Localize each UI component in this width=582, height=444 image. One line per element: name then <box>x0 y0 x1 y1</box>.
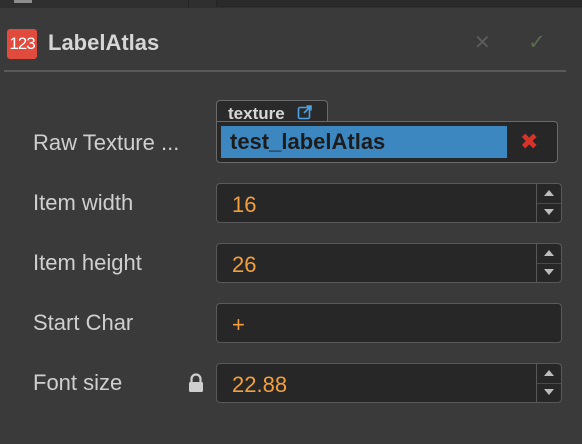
texture-asset-tab[interactable]: texture <box>216 100 328 123</box>
start-char-input[interactable]: + <box>216 303 562 343</box>
item-height-value[interactable]: 26 <box>232 252 256 278</box>
font-size-value[interactable]: 22.88 <box>232 372 287 398</box>
item-height-input[interactable]: 26 <box>216 243 562 283</box>
item-width-input[interactable]: 16 <box>216 183 562 223</box>
toolbar-divider <box>188 0 189 8</box>
item-width-label: Item width <box>33 190 134 215</box>
decrement-arrow-icon[interactable] <box>537 383 561 402</box>
toolbar-field[interactable] <box>216 0 582 7</box>
raw-texture-field[interactable]: test_labelAtlas ✖ <box>216 121 558 163</box>
header-divider <box>4 70 566 72</box>
item-height-label: Item height <box>33 250 142 275</box>
texture-asset-name[interactable]: test_labelAtlas <box>221 126 507 158</box>
item-width-stepper[interactable] <box>536 184 561 222</box>
decrement-arrow-icon[interactable] <box>537 263 561 282</box>
start-char-label: Start Char <box>33 310 134 335</box>
component-title: LabelAtlas <box>48 30 160 55</box>
close-icon[interactable]: ✖ <box>520 129 538 155</box>
menu-icon[interactable] <box>14 0 32 3</box>
font-size-stepper[interactable] <box>536 364 561 402</box>
top-toolbar <box>0 0 582 8</box>
item-width-value[interactable]: 16 <box>232 192 256 218</box>
increment-arrow-icon[interactable] <box>537 244 561 264</box>
increment-arrow-icon[interactable] <box>537 184 561 204</box>
increment-arrow-icon[interactable] <box>537 364 561 384</box>
label-atlas-component-icon: 123 <box>7 29 37 59</box>
start-char-value[interactable]: + <box>232 312 245 338</box>
component-header: 123 LabelAtlas ✕ ✓ <box>0 20 582 70</box>
font-size-input[interactable]: 22.88 <box>216 363 562 403</box>
raw-texture-label: Raw Texture ... <box>33 130 180 155</box>
close-icon[interactable]: ✕ <box>474 30 491 55</box>
lock-icon[interactable] <box>187 373 205 393</box>
font-size-label: Font size <box>33 370 123 395</box>
checkmark-icon[interactable]: ✓ <box>528 30 546 55</box>
item-height-stepper[interactable] <box>536 244 561 282</box>
external-link-icon[interactable] <box>297 104 313 120</box>
decrement-arrow-icon[interactable] <box>537 203 561 222</box>
